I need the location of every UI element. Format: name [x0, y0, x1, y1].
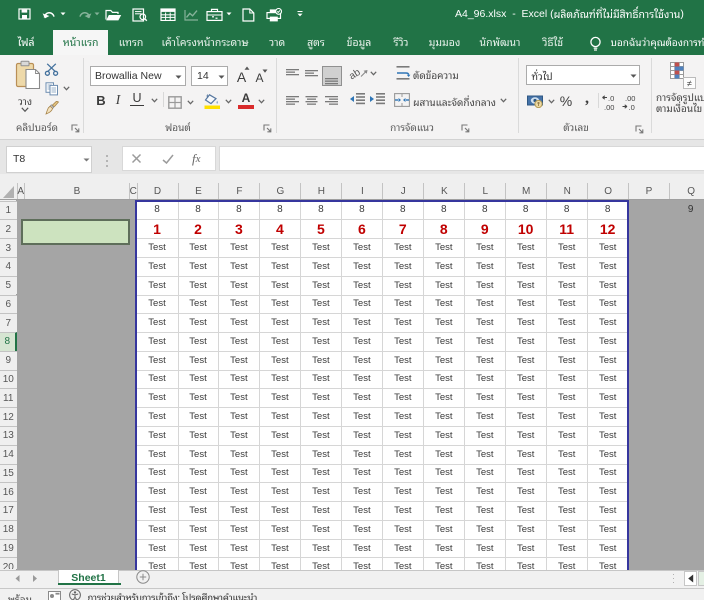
svg-text:≠: ≠ — [687, 79, 692, 89]
svg-text:.00: .00 — [625, 94, 635, 103]
svg-text:.00: .00 — [604, 103, 614, 111]
svg-text:.0: .0 — [608, 94, 614, 103]
svg-text:.0: .0 — [629, 103, 635, 111]
svg-text:ab: ab — [347, 67, 363, 80]
